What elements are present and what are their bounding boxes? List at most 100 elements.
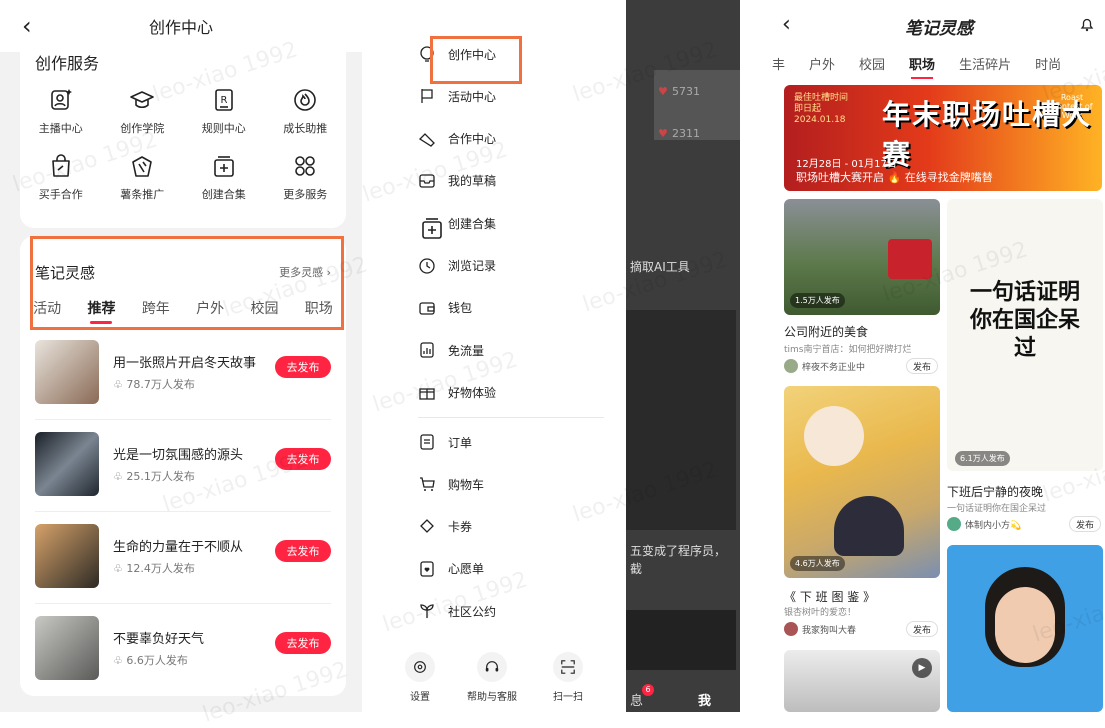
category-tab-3[interactable]: 职场: [909, 54, 935, 79]
services-grid: 主播中心 创作学院 R 规则中心 成长助推买手合作 薯条推广 创建合集 更多服务: [20, 86, 346, 202]
drawer-settings-button[interactable]: 设置: [405, 652, 435, 703]
dimmed-background[interactable]: ♥ 5731 ♥ 2311 摘取AI工具 五变成了程序员， 截 息 6 我: [626, 0, 740, 712]
wishlist-icon: [418, 560, 436, 578]
background-image: [626, 610, 736, 670]
row-title: 用一张照片开启冬天故事: [113, 356, 257, 371]
row-divider: [35, 603, 331, 604]
menu-item-handshake[interactable]: 合作中心: [418, 130, 496, 148]
note-card[interactable]: 一句话证明你在国企呆过 6.1万人发布 下班后宁静的夜晚 一句话证明你在国企呆过…: [947, 199, 1103, 535]
collection-add-icon: [210, 152, 238, 180]
row-count: ♧ 25.1万人发布: [113, 470, 195, 483]
note-card[interactable]: [947, 545, 1103, 712]
tab-messages[interactable]: 息: [630, 690, 643, 709]
drawer-headset-button[interactable]: 帮助与客服: [467, 652, 517, 703]
menu-item-sprout[interactable]: 社区公约: [418, 602, 496, 620]
clock-icon: [418, 257, 436, 275]
drawer-scan-button[interactable]: 扫一扫: [553, 652, 583, 703]
menu-item-cart[interactable]: 购物车: [418, 475, 484, 493]
publish-button[interactable]: 发布: [1069, 516, 1101, 532]
service-shopping-bag[interactable]: 买手合作: [20, 152, 102, 202]
back-arrow-icon[interactable]: ‹: [22, 12, 32, 40]
note-card[interactable]: 4.6万人发布 《 下 班 图 鉴 》 银杏树叶的爱恋！ 我家狗叫大春 发布: [784, 386, 940, 638]
category-tab-2[interactable]: 校园: [859, 54, 885, 73]
note-subtitle: tims南宁首店：如何把好牌打烂: [784, 345, 912, 355]
menu-label: 活动中心: [448, 89, 497, 104]
menu-item-inbox[interactable]: 我的草稿: [418, 172, 496, 190]
data-chart-icon: [418, 341, 436, 359]
banner-tag: 最佳吐槽时间 即日起 2024.01.18: [794, 93, 849, 125]
category-tab-0[interactable]: 丰: [772, 54, 785, 73]
background-image: [626, 310, 736, 530]
publish-button[interactable]: 发布: [906, 358, 938, 374]
service-anchor[interactable]: 主播中心: [20, 86, 102, 136]
service-collection-add[interactable]: 创建合集: [183, 152, 265, 202]
row-count: ♧ 6.6万人发布: [113, 654, 188, 667]
inspiration-row[interactable]: 光是一切氛围感的源头 ♧ 25.1万人发布 去发布: [35, 432, 331, 512]
portrait-face: [995, 587, 1055, 663]
service-rules[interactable]: R 规则中心: [183, 86, 265, 136]
menu-item-wallet[interactable]: 钱包: [418, 299, 472, 317]
cart-icon: [418, 475, 436, 493]
menu-item-order[interactable]: 订单: [418, 433, 472, 451]
service-label: 主播中心: [38, 122, 83, 135]
publish-count-badge: 6.1万人发布: [955, 451, 1010, 466]
menu-item-clock[interactable]: 浏览记录: [418, 257, 496, 275]
service-graduation-cap[interactable]: 创作学院: [102, 86, 184, 136]
note-card[interactable]: 1.5万人发布 公司附近的美食 tims南宁首店：如何把好牌打烂 梓夜不务正业中…: [784, 199, 940, 377]
note-subtitle: 银杏树叶的爱恋！: [784, 608, 857, 618]
menu-item-collection-add[interactable]: 创建合集: [418, 214, 496, 239]
banner-dates: 12月28日 - 01月17日: [796, 159, 897, 170]
services-card: 创作服务 主播中心 创作学院 R 规则中心 成长助推 买手合作 薯条推广 创建合集 更多服务: [20, 38, 346, 228]
inspiration-row[interactable]: 不要辜负好天气 ♧ 6.6万人发布 去发布: [35, 616, 331, 696]
tab-me[interactable]: 我: [698, 690, 711, 709]
bell-icon[interactable]: [1079, 16, 1095, 36]
category-tab-4[interactable]: 生活碎片: [959, 54, 1011, 73]
menu-label: 我的草稿: [448, 174, 497, 189]
graduation-cap-icon: [128, 86, 156, 114]
service-more-grid[interactable]: 更多服务: [265, 152, 347, 202]
button-label: 帮助与客服: [467, 692, 517, 703]
menu-item-flag[interactable]: 活动中心: [418, 87, 496, 105]
publish-button[interactable]: 发布: [906, 621, 938, 637]
service-fries[interactable]: 薯条推广: [102, 152, 184, 202]
campaign-banner[interactable]: 最佳吐槽时间 即日起 2024.01.18 年末职场吐槽大赛 Roast Conte…: [784, 85, 1102, 191]
side-drawer-screen: 创作中心 活动中心 合作中心 我的草稿 创建合集 浏览记录 钱包 免流量 好物体验 订单 购物车卡…: [362, 0, 740, 712]
service-label: 薯条推广: [120, 188, 165, 201]
anchor-icon: [47, 86, 75, 114]
page-title: 创作中心: [148, 18, 213, 37]
shop-sign: [888, 239, 932, 279]
row-count: ♧ 78.7万人发布: [113, 378, 195, 391]
category-tab-5[interactable]: 时尚: [1035, 54, 1061, 73]
note-image: [784, 386, 940, 578]
illustration-hat: [834, 496, 904, 556]
highlight-box: [30, 236, 344, 330]
menu-item-ticket[interactable]: 卡券: [418, 518, 472, 536]
service-label: 创作学院: [120, 122, 165, 135]
menu-item-wishlist[interactable]: 心愿单: [418, 560, 484, 578]
menu-label: 钱包: [448, 301, 473, 316]
rules-icon: R: [210, 86, 238, 114]
inspiration-row[interactable]: 生命的力量在于不顺从 ♧ 12.4万人发布 去发布: [35, 524, 331, 604]
row-thumbnail: [35, 616, 99, 680]
note-image: [947, 545, 1103, 712]
note-card[interactable]: ▶: [784, 650, 940, 712]
go-publish-button[interactable]: 去发布: [275, 448, 331, 470]
inspiration-row[interactable]: 用一张照片开启冬天故事 ♧ 78.7万人发布 去发布: [35, 340, 331, 420]
go-publish-button[interactable]: 去发布: [275, 632, 331, 654]
side-drawer: 创作中心 活动中心 合作中心 我的草稿 创建合集 浏览记录 钱包 免流量 好物体验 订单 购物车卡…: [362, 0, 626, 712]
menu-item-data-chart[interactable]: 免流量: [418, 341, 484, 359]
headset-icon: [477, 652, 507, 682]
back-arrow-icon[interactable]: ‹: [782, 12, 791, 37]
note-subtitle: 一句话证明你在国企呆过: [947, 504, 1047, 514]
menu-label: 社区公约: [448, 604, 497, 619]
menu-item-gift[interactable]: 好物体验: [418, 383, 496, 401]
gift-icon: [418, 383, 436, 401]
go-publish-button[interactable]: 去发布: [275, 540, 331, 562]
category-tab-1[interactable]: 户外: [809, 54, 835, 73]
publish-count-badge: 1.5万人发布: [790, 293, 845, 308]
service-label: 规则中心: [201, 122, 246, 135]
note-image: 一句话证明你在国企呆过: [947, 199, 1103, 471]
button-label: 设置: [410, 692, 430, 703]
service-flame[interactable]: 成长助推: [265, 86, 347, 136]
go-publish-button[interactable]: 去发布: [275, 356, 331, 378]
